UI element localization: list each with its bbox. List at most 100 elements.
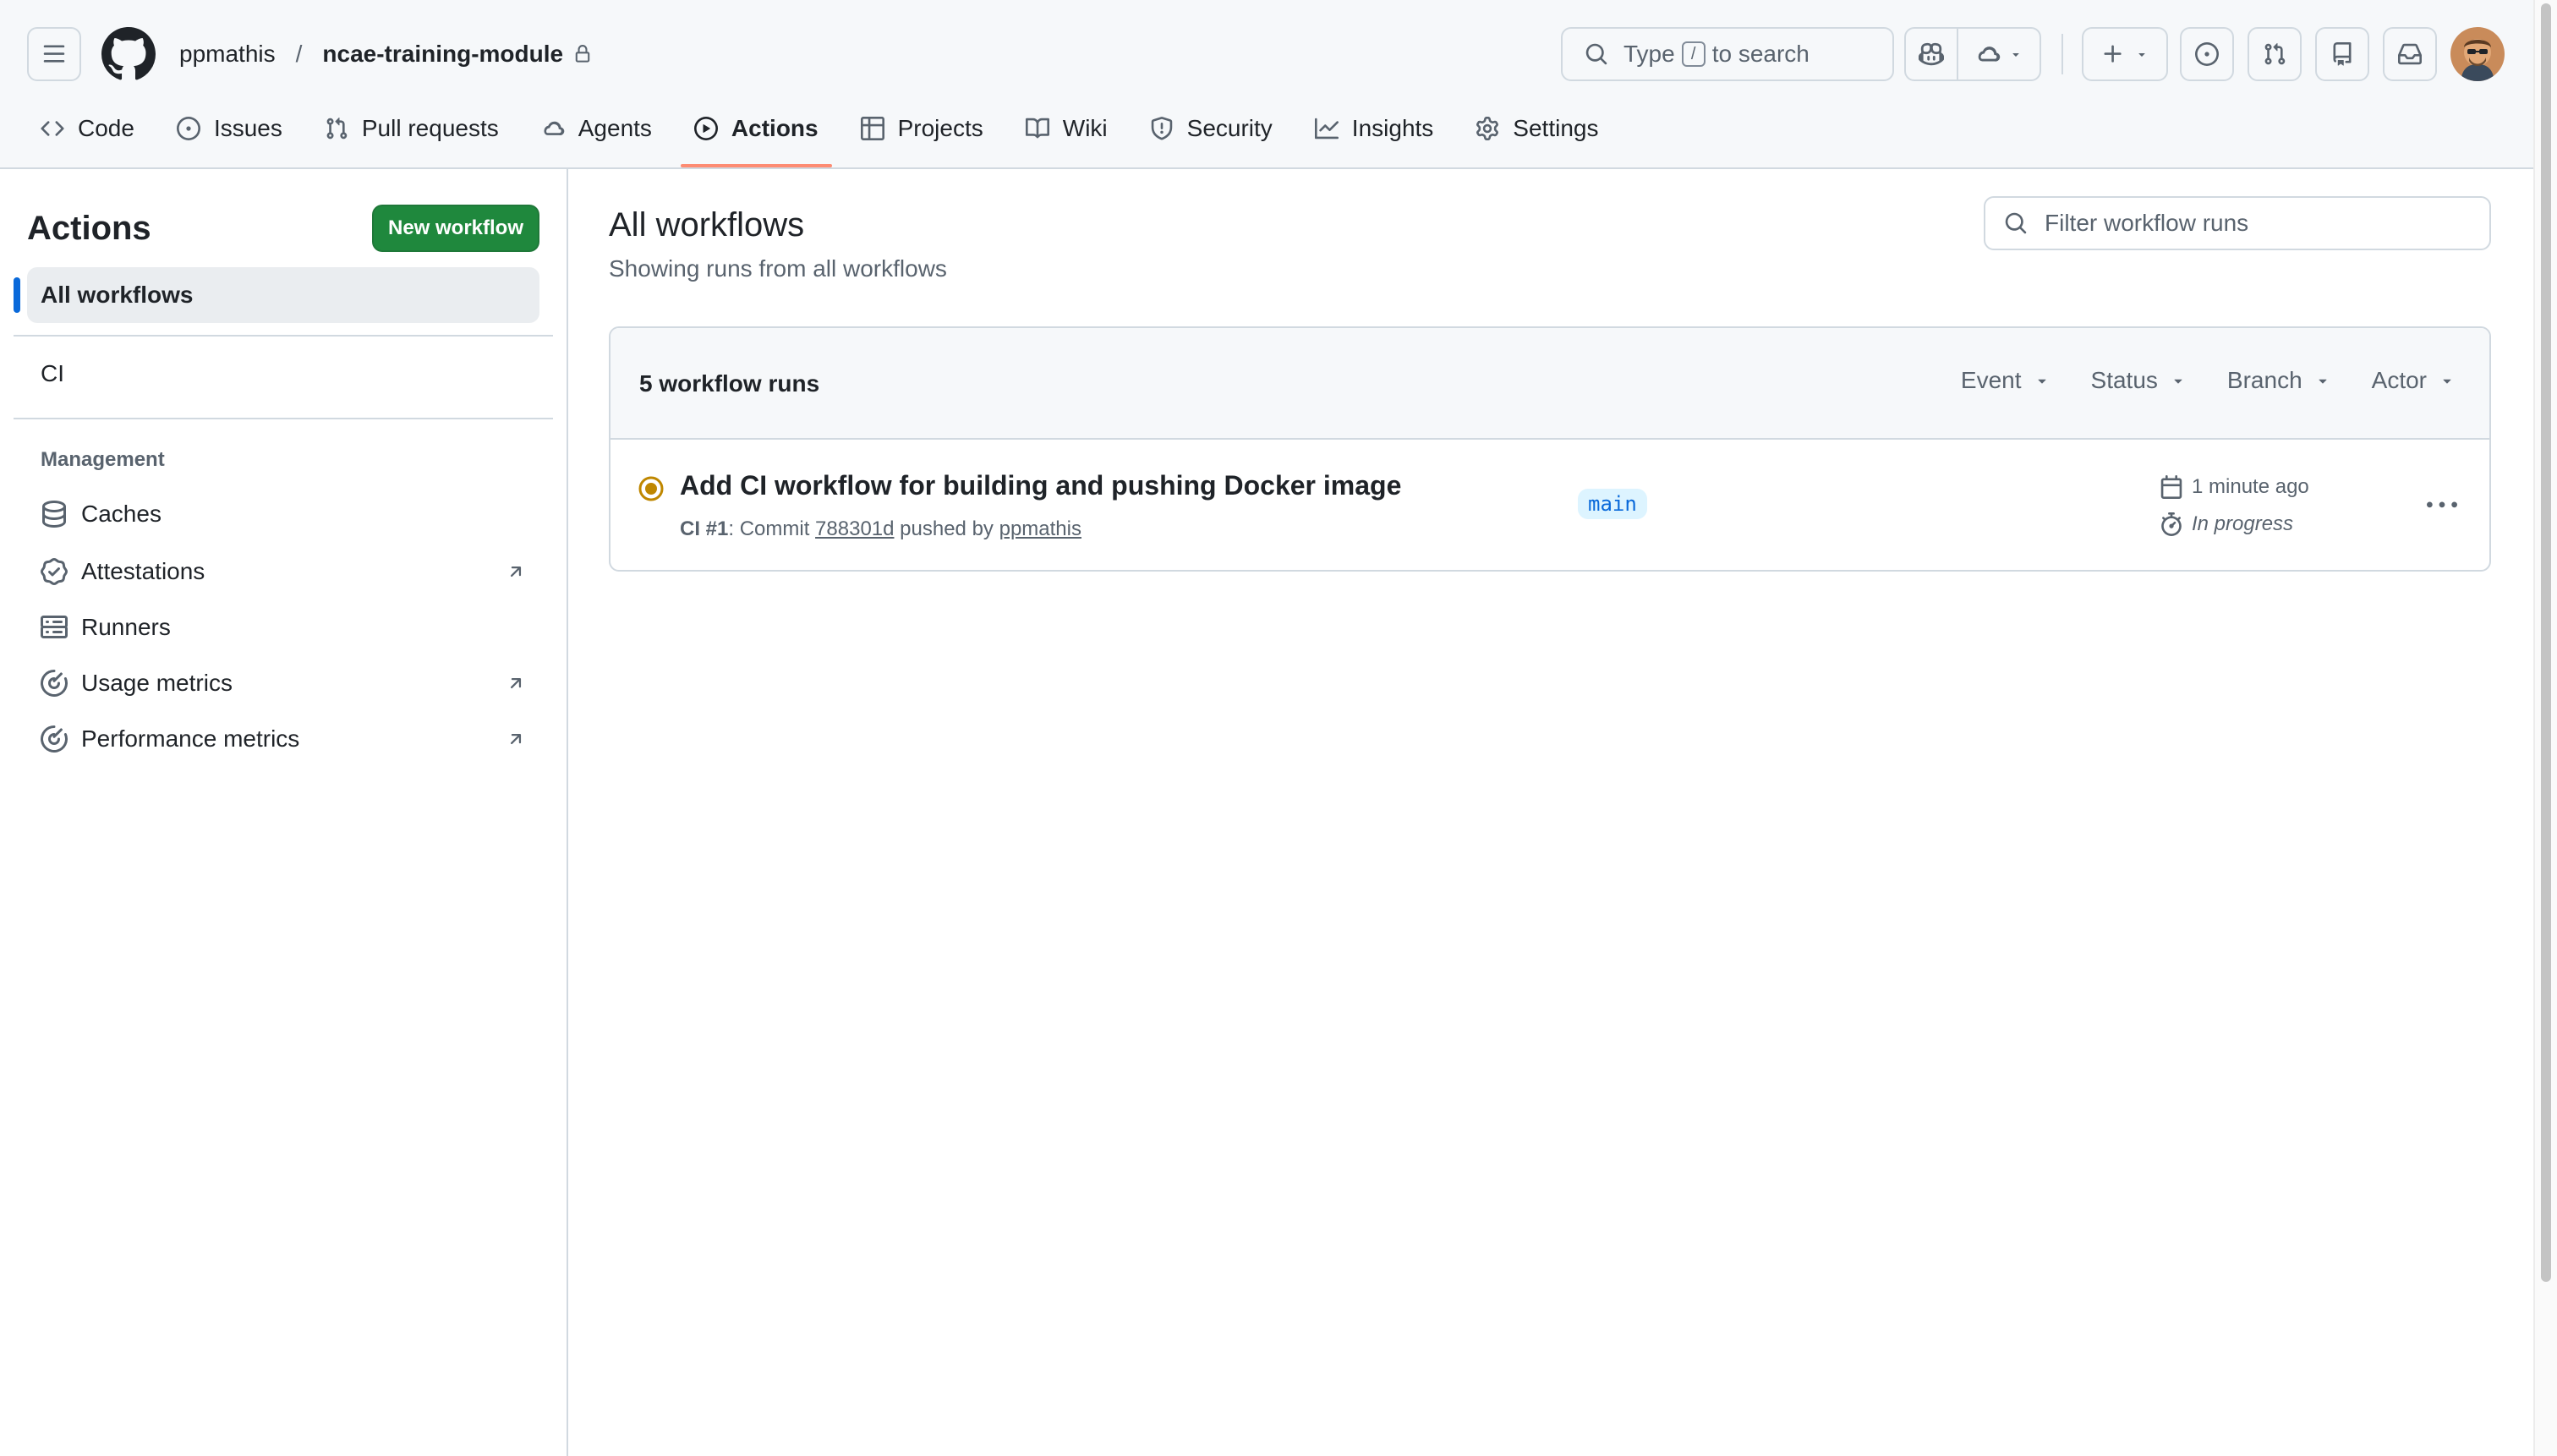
sidebar-title: Actions: [27, 210, 151, 247]
caret-down-icon: [2034, 372, 2051, 389]
tab-settings-label: Settings: [1513, 115, 1599, 141]
run-title-link[interactable]: Add CI workflow for building and pushing…: [680, 470, 1401, 501]
sidebar-item-attestations[interactable]: Attestations: [27, 546, 539, 597]
tab-pull-requests[interactable]: Pull requests: [311, 101, 512, 156]
tab-insights[interactable]: Insights: [1301, 101, 1448, 156]
run-actor-link[interactable]: ppmathis: [999, 517, 1081, 540]
tab-settings[interactable]: Settings: [1462, 101, 1612, 156]
menu-button[interactable]: [27, 27, 81, 81]
notifications-button[interactable]: [2383, 27, 2437, 81]
scrollbar-thumb[interactable]: [2541, 3, 2551, 1282]
new-workflow-button[interactable]: New workflow: [372, 205, 539, 252]
github-logo-icon[interactable]: [101, 27, 156, 81]
copilot-agents-dropdown[interactable]: [1958, 29, 2040, 79]
search-icon: [1585, 42, 1608, 66]
lock-icon: [573, 45, 592, 63]
branch-filter-dropdown[interactable]: Branch: [2227, 367, 2331, 394]
verified-icon: [41, 558, 68, 585]
sidebar-item-runners[interactable]: Runners: [27, 602, 539, 653]
database-icon: [41, 501, 68, 528]
tab-actions-label: Actions: [731, 115, 819, 141]
caret-down-icon: [2170, 372, 2187, 389]
caret-down-icon: [2009, 47, 2023, 61]
copilot-button[interactable]: [1906, 29, 1958, 79]
run-workflow-number: CI #1: [680, 517, 729, 540]
calendar-icon: [2160, 475, 2183, 499]
copilot-button-group: [1904, 27, 2041, 81]
run-time-label: 1 minute ago: [2192, 475, 2309, 498]
run-more-options-button[interactable]: [2423, 489, 2461, 523]
run-meta: CI #1: Commit 788301d pushed by ppmathis: [680, 517, 1081, 541]
management-heading: Management: [41, 448, 165, 471]
runs-list-header: 5 workflow runs Event Status Branch Acto…: [611, 328, 2489, 440]
event-filter-dropdown[interactable]: Event: [1961, 367, 2051, 394]
run-commit-link[interactable]: 788301d: [815, 517, 894, 540]
tab-wiki-label: Wiki: [1062, 115, 1108, 141]
sidebar-divider: [14, 418, 553, 419]
caret-down-icon: [2314, 372, 2331, 389]
search-icon: [2004, 211, 2028, 235]
search-suffix: to search: [1711, 41, 1810, 67]
your-pull-requests-button[interactable]: [2248, 27, 2302, 81]
arrow-up-right-icon: [506, 561, 526, 582]
user-avatar[interactable]: [2450, 27, 2505, 81]
arrow-up-right-icon: [506, 673, 526, 693]
issue-opened-icon: [176, 117, 200, 140]
table-icon: [860, 117, 884, 140]
tab-security[interactable]: Security: [1136, 101, 1286, 156]
plus-icon: [2101, 42, 2125, 66]
git-pull-request-icon: [2263, 42, 2286, 66]
tab-actions[interactable]: Actions: [680, 101, 832, 167]
create-new-button[interactable]: [2082, 27, 2168, 81]
issue-opened-icon: [2195, 42, 2219, 66]
tab-issues[interactable]: Issues: [163, 101, 296, 156]
tab-agents-label: Agents: [578, 115, 652, 141]
branch-badge[interactable]: main: [1578, 489, 1647, 519]
global-search[interactable]: Type / to search: [1561, 27, 1894, 81]
page-scrollbar[interactable]: [2533, 0, 2557, 1456]
shield-icon: [1150, 117, 1174, 140]
tab-wiki[interactable]: Wiki: [1012, 101, 1121, 156]
sidebar-item-performance-metrics[interactable]: Performance metrics: [27, 714, 539, 764]
sidebar-item-ci[interactable]: CI: [41, 360, 64, 387]
sidebar-item-all-workflows[interactable]: All workflows: [14, 267, 539, 323]
hamburger-icon: [42, 42, 66, 66]
stopwatch-icon: [2160, 512, 2183, 536]
gear-icon: [1476, 117, 1499, 140]
your-issues-button[interactable]: [2180, 27, 2234, 81]
breadcrumb-repo[interactable]: ncae-training-module: [322, 41, 563, 68]
tab-security-label: Security: [1186, 115, 1273, 141]
app-header: ppmathis / ncae-training-module Type / t…: [0, 0, 2533, 169]
git-pull-request-icon: [325, 117, 348, 140]
sidebar-item-usage-metrics[interactable]: Usage metrics: [27, 658, 539, 709]
filter-workflow-runs: [1984, 196, 2491, 250]
kebab-horizontal-icon: [2427, 490, 2457, 521]
meter-icon: [41, 725, 68, 753]
tab-issues-label: Issues: [213, 115, 282, 141]
filter-input[interactable]: [2043, 209, 2469, 238]
breadcrumb: ppmathis / ncae-training-module: [179, 34, 592, 74]
sidebar-item-performance-metrics-label: Performance metrics: [81, 725, 300, 752]
repositories-button[interactable]: [2315, 27, 2369, 81]
sidebar-item-caches[interactable]: Caches: [27, 489, 539, 539]
tab-code[interactable]: Code: [27, 101, 148, 156]
run-duration: In progress: [2160, 512, 2293, 536]
breadcrumb-owner[interactable]: ppmathis: [179, 41, 276, 68]
header-divider: [2061, 34, 2063, 74]
in-progress-status-icon: [638, 475, 665, 502]
caret-down-icon: [2135, 47, 2149, 61]
run-duration-label: In progress: [2192, 512, 2294, 535]
workflow-runs-list: 5 workflow runs Event Status Branch Acto…: [609, 326, 2491, 572]
actor-filter-dropdown[interactable]: Actor: [2372, 367, 2456, 394]
tab-code-label: Code: [78, 115, 134, 141]
table-row[interactable]: Add CI workflow for building and pushing…: [611, 440, 2489, 570]
status-filter-dropdown[interactable]: Status: [2091, 367, 2187, 394]
repo-icon: [2330, 42, 2354, 66]
tab-agents[interactable]: Agents: [528, 101, 665, 156]
code-icon: [41, 117, 64, 140]
runs-filters: Event Status Branch Actor: [1961, 367, 2456, 394]
actor-filter-label: Actor: [2371, 367, 2427, 393]
tab-projects[interactable]: Projects: [847, 101, 997, 156]
page-subtitle: Showing runs from all workflows: [609, 255, 947, 282]
branch-filter-label: Branch: [2226, 367, 2302, 393]
